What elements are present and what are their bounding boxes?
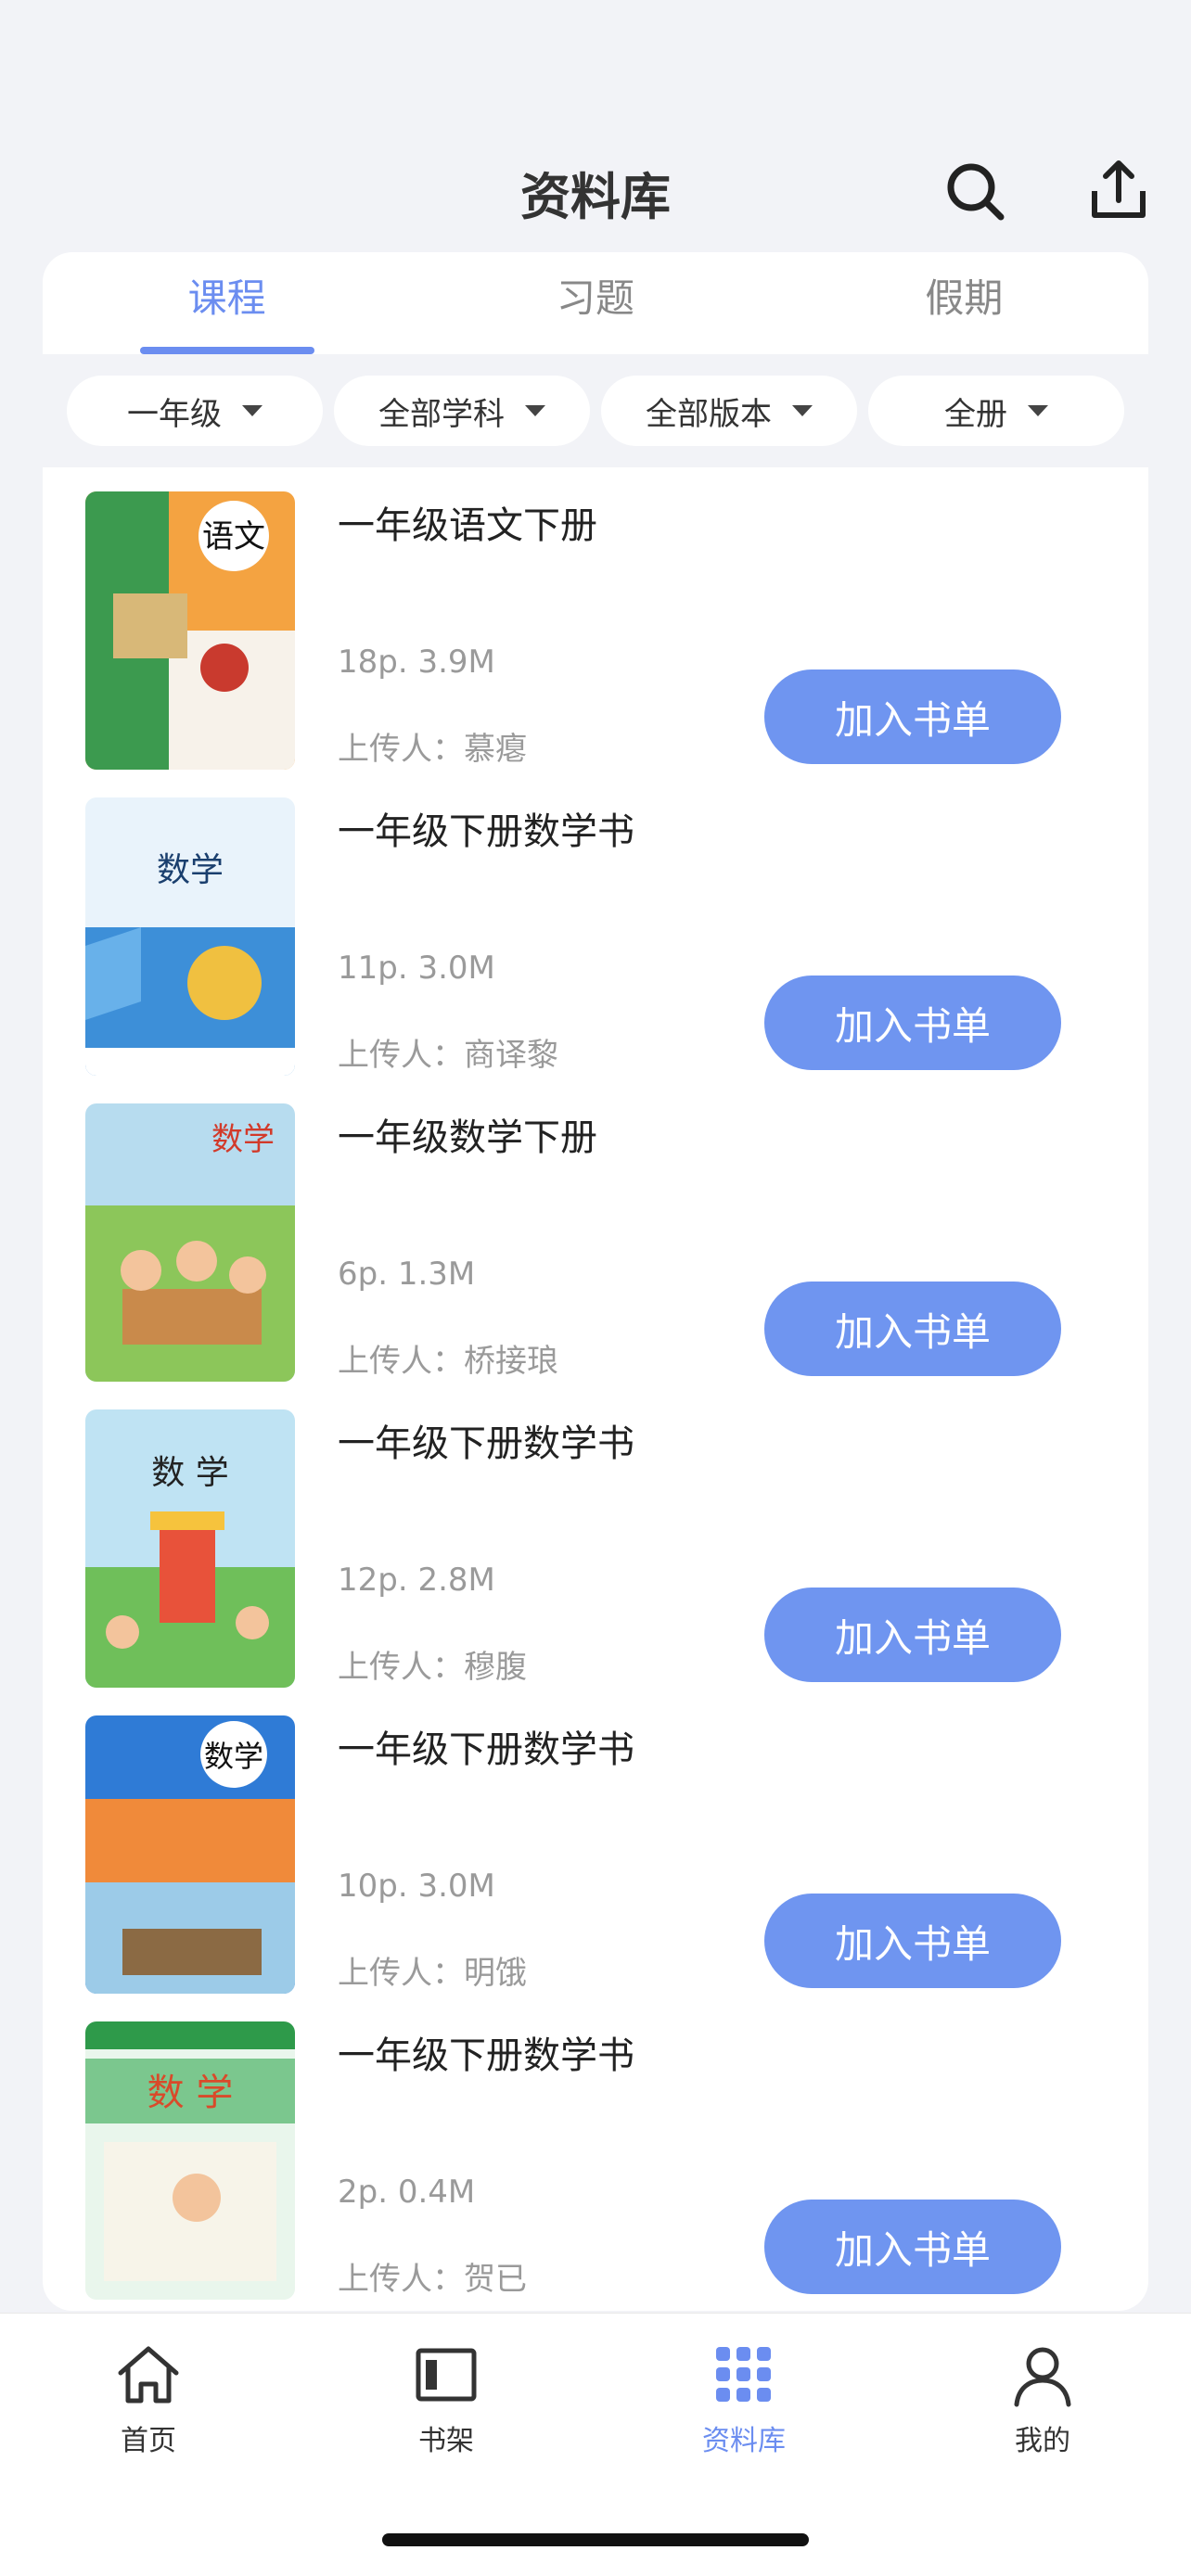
filter-bar: 一年级 全部学科 全部版本 全册 — [43, 354, 1148, 467]
list-item[interactable]: 数学 一年级下册数学书 10p. 3.0M 上传人：明饿 加入书单 — [43, 1710, 1148, 2016]
book-meta: 12p. 2.8M — [338, 1562, 495, 1599]
list-item[interactable]: 数学 一年级下册数学书 11p. 3.0M 上传人：商译黎 加入书单 — [43, 792, 1148, 1098]
add-to-booklist-button[interactable]: 加入书单 — [764, 1894, 1061, 1988]
nav-bookshelf-label: 书架 — [418, 2425, 474, 2457]
caret-down-icon — [1028, 405, 1048, 416]
user-icon — [1014, 2347, 1071, 2407]
book-cover-image: 数学 — [85, 1715, 295, 1994]
tab-course[interactable]: 课程 — [43, 252, 411, 354]
home-icon — [118, 2346, 179, 2404]
book-meta: 10p. 3.0M — [338, 1868, 495, 1905]
svg-text:数 学: 数 学 — [147, 2072, 234, 2114]
add-to-booklist-button[interactable]: 加入书单 — [764, 976, 1061, 1070]
add-to-booklist-button[interactable]: 加入书单 — [764, 2200, 1061, 2294]
tab-exercises[interactable]: 习题 — [411, 252, 779, 354]
list-item[interactable]: 数 学 一年级下册数学书 12p. 2.8M 上传人：穆腹 加入书单 — [43, 1404, 1148, 1710]
bookshelf-icon — [416, 2348, 477, 2402]
nav-library[interactable]: 资料库 — [651, 2340, 837, 2458]
nav-home-label: 首页 — [121, 2425, 176, 2457]
svg-text:数学: 数学 — [211, 1121, 275, 1158]
grade-filter[interactable]: 一年级 — [67, 376, 323, 446]
list-item[interactable]: 数 学 一年级下册数学书 2p. 0.4M 上传人：贺已 加入书单 — [43, 2016, 1148, 2311]
list-item[interactable]: 语文 一年级语文下册 18p. 3.9M 上传人：慕瘪 加入书单 — [43, 486, 1148, 792]
svg-text:数学: 数学 — [204, 1739, 263, 1774]
nav-home[interactable]: 首页 — [56, 2340, 241, 2458]
add-to-booklist-button[interactable]: 加入书单 — [764, 1588, 1061, 1682]
svg-text:数 学: 数 学 — [151, 1454, 228, 1492]
book-uploader: 上传人：桥接琅 — [338, 1343, 558, 1380]
book-cover-image: 数 学 — [85, 2021, 295, 2300]
tab-holiday[interactable]: 假期 — [780, 252, 1148, 354]
svg-text:语文: 语文 — [202, 518, 265, 555]
book-title: 一年级下册数学书 — [338, 810, 634, 853]
nav-profile[interactable]: 我的 — [950, 2340, 1135, 2458]
book-title: 一年级下册数学书 — [338, 1728, 634, 1771]
nav-library-label: 资料库 — [702, 2425, 786, 2457]
book-uploader: 上传人：穆腹 — [338, 1649, 527, 1686]
list-item[interactable]: 数学 一年级数学下册 6p. 1.3M 上传人：桥接琅 加入书单 — [43, 1098, 1148, 1404]
library-card: 课程 习题 假期 一年级 全部学科 全部版本 全册 语文 一年级语文下册 18p… — [43, 252, 1148, 2311]
share-icon[interactable] — [1085, 158, 1152, 224]
book-uploader: 上传人：明饿 — [338, 1955, 527, 1992]
svg-text:数学: 数学 — [157, 851, 224, 889]
add-to-booklist-button[interactable]: 加入书单 — [764, 670, 1061, 764]
book-uploader: 上传人：商译黎 — [338, 1037, 558, 1074]
book-uploader: 上传人：慕瘪 — [338, 731, 527, 768]
edition-filter[interactable]: 全部版本 — [601, 376, 857, 446]
book-title: 一年级下册数学书 — [338, 1422, 634, 1465]
caret-down-icon — [525, 405, 545, 416]
book-cover-image: 数学 — [85, 797, 295, 1076]
book-meta: 6p. 1.3M — [338, 1256, 476, 1293]
grid-icon — [716, 2347, 771, 2402]
search-icon[interactable] — [941, 158, 1008, 224]
book-uploader: 上传人：贺已 — [338, 2261, 527, 2298]
caret-down-icon — [792, 405, 813, 416]
caret-down-icon — [242, 405, 263, 416]
book-meta: 2p. 0.4M — [338, 2174, 476, 2211]
nav-profile-label: 我的 — [1015, 2425, 1070, 2457]
book-title: 一年级下册数学书 — [338, 2034, 634, 2077]
book-title: 一年级数学下册 — [338, 1116, 597, 1159]
book-cover-image: 数学 — [85, 1103, 295, 1382]
header: 资料库 — [0, 139, 1191, 241]
book-meta: 11p. 3.0M — [338, 950, 495, 987]
subject-filter[interactable]: 全部学科 — [334, 376, 590, 446]
page-title: 资料库 — [520, 168, 671, 226]
add-to-booklist-button[interactable]: 加入书单 — [764, 1282, 1061, 1376]
book-cover-image: 数 学 — [85, 1409, 295, 1688]
book-list: 语文 一年级语文下册 18p. 3.9M 上传人：慕瘪 加入书单 数学 一年级下… — [43, 486, 1148, 2311]
volume-filter[interactable]: 全册 — [868, 376, 1124, 446]
page: 资料库 课程 习题 假期 一年级 全部学科 全部版本 全册 语文 一年级语文下册… — [0, 0, 1191, 2576]
nav-bookshelf[interactable]: 书架 — [353, 2340, 539, 2458]
book-title: 一年级语文下册 — [338, 504, 597, 547]
home-indicator — [382, 2533, 809, 2546]
book-meta: 18p. 3.9M — [338, 644, 495, 681]
tab-bar: 课程 习题 假期 — [43, 252, 1148, 354]
book-cover-image: 语文 — [85, 491, 295, 770]
